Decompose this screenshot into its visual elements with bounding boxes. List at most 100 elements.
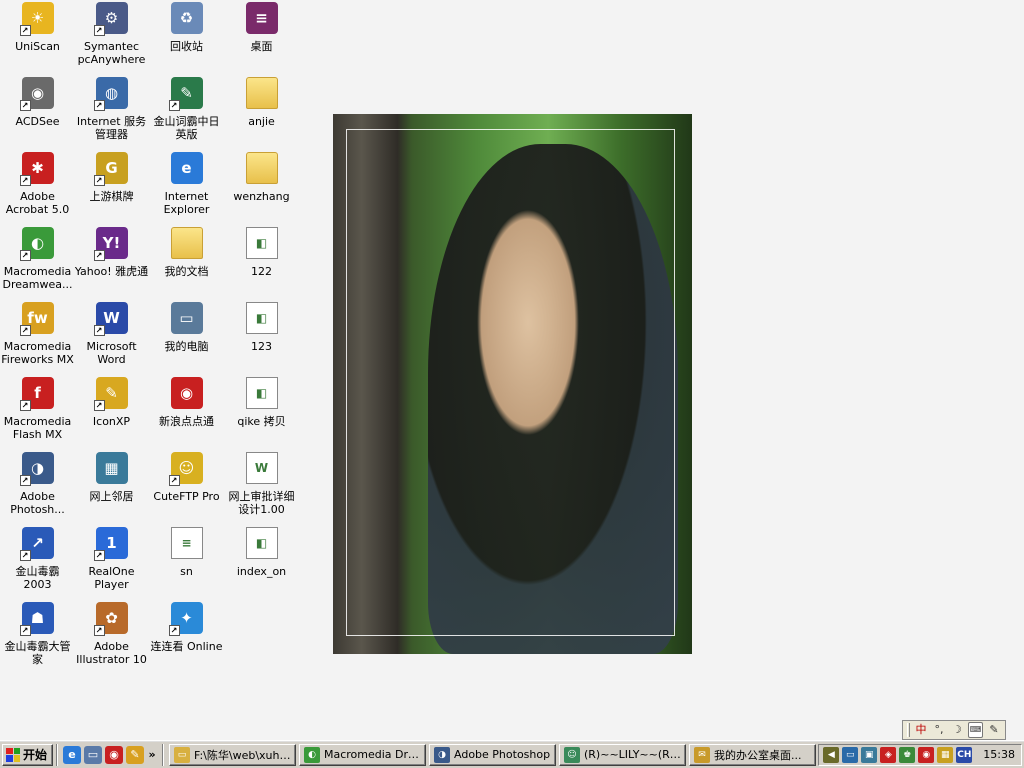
folder-tray-icon[interactable]: ▦ xyxy=(937,746,954,763)
icon-glyph: ✎ xyxy=(180,84,193,102)
icon-glyph: e xyxy=(181,159,192,177)
shortcut-arrow-icon: ↗ xyxy=(19,550,31,561)
desktop-icon[interactable]: ◧ qike 拷贝 xyxy=(224,375,299,449)
taskbar-button[interactable]: ▭ F:\陈华\web\xuhu... xyxy=(169,743,296,766)
desktop-icon[interactable]: anjie xyxy=(224,75,299,149)
desktop-icon-label: Microsoft Word xyxy=(86,340,137,366)
desktop-icon[interactable]: ✱ ↗ Adobe Acrobat 5.0 xyxy=(0,150,75,224)
desktop-icon[interactable]: ▭ 我的电脑 xyxy=(149,300,224,374)
icon-glyph: ◑ xyxy=(30,459,45,477)
icon-glyph: ✿ xyxy=(105,609,118,627)
desktop-icon-label: CuteFTP Pro xyxy=(153,490,220,503)
start-button[interactable]: 开始 xyxy=(2,743,53,766)
desktop-icon[interactable]: ◑ ↗ Adobe Photosh... xyxy=(0,450,75,524)
desktop-icon[interactable]: e Internet Explorer xyxy=(149,150,224,224)
icon-glyph: ☺ xyxy=(178,459,195,477)
antivirus-tray-icon[interactable]: ◈ xyxy=(880,746,897,763)
shield-tray-icon[interactable]: ♚ xyxy=(899,746,916,763)
show-desktop-icon[interactable]: ▭ xyxy=(84,745,102,764)
desktop-icon-label: 我的电脑 xyxy=(164,340,209,353)
shortcut-arrow-icon: ↗ xyxy=(168,100,180,111)
photoshop-icon: ◑ xyxy=(434,746,450,763)
desktop-icon[interactable]: W ↗ Microsoft Word xyxy=(74,300,149,374)
shortcut-arrow-icon: ↗ xyxy=(93,100,105,111)
desktop-icon[interactable]: ◉ ↗ ACDSee xyxy=(0,75,75,149)
desktop-icon[interactable]: ☀ ↗ UniScan xyxy=(0,0,75,74)
iis-manager-icon: ◍ ↗ xyxy=(93,77,128,111)
desktop-icon[interactable]: ◐ ↗ Macromedia Dreamwea... xyxy=(0,225,75,299)
desktop-icon[interactable]: ✎ ↗ 金山词霸中日英版 xyxy=(149,75,224,149)
taskbar-button[interactable]: ✉ 我的办公室桌面... xyxy=(689,743,816,766)
desktop-icon[interactable]: W 网上审批详细设计1.00 xyxy=(224,450,299,524)
desktop-icon[interactable]: ◧ index_on xyxy=(224,525,299,599)
shortcut-arrow-icon: ↗ xyxy=(93,325,105,336)
word-icon: W ↗ xyxy=(93,302,128,336)
desktop-icon[interactable]: ▦ 网上邻居 xyxy=(74,450,149,524)
desktop-icon-label: 122 xyxy=(251,265,272,278)
desktop-icon-label: 网上邻居 xyxy=(89,490,134,503)
sina-quicklaunch-icon[interactable]: ◉ xyxy=(105,745,123,764)
icon-glyph: ◐ xyxy=(30,234,45,252)
desktop-icon[interactable]: wenzhang xyxy=(224,150,299,224)
desktop-icon[interactable]: fw ↗ Macromedia Fireworks MX xyxy=(0,300,75,374)
desktop-icon[interactable]: ⚙ ↗ Symantec pcAnywhere xyxy=(74,0,149,74)
ime-tray-icon[interactable]: CH xyxy=(956,746,973,763)
desktop-icon[interactable]: ✿ ↗ Adobe Illustrator 10 xyxy=(74,600,149,674)
language-bar[interactable]: 中 °, ☽ ⌨ ✎ xyxy=(902,720,1006,740)
ie-quicklaunch-icon[interactable]: e xyxy=(63,745,81,764)
shortcut-arrow-icon: ↗ xyxy=(19,475,31,486)
illustrator-icon: ✿ ↗ xyxy=(93,602,128,636)
desktop-icon[interactable]: ✎ ↗ IconXP xyxy=(74,375,149,449)
desktop-icon[interactable]: ◧ 122 xyxy=(224,225,299,299)
volume-icon[interactable]: ◀ xyxy=(823,746,840,763)
desktop-icon[interactable]: ≡ sn xyxy=(149,525,224,599)
desktop-icon[interactable]: ◍ ↗ Internet 服务管理器 xyxy=(74,75,149,149)
desktop-icon[interactable]: ↗ ↗ 金山毒霸 2003 xyxy=(0,525,75,599)
chinese-input-icon[interactable]: 中 xyxy=(914,722,928,738)
explorer-folder-icon: ▭ xyxy=(174,746,190,763)
monitor-tray-icon[interactable]: ▣ xyxy=(861,746,878,763)
desktop-icon[interactable]: Y! ↗ Yahoo! 雅虎通 xyxy=(74,225,149,299)
desktop-icon-label: 上游棋牌 xyxy=(89,190,134,203)
my-computer-icon: ▭ xyxy=(170,302,203,334)
icon-glyph: ≡ xyxy=(255,9,268,27)
wallpaper-photo xyxy=(333,114,692,654)
taskbar-button[interactable]: ◐ Macromedia Dream... xyxy=(299,743,426,766)
taskbar-button-label: F:\陈华\web\xuhu... xyxy=(194,748,291,762)
pencil-quicklaunch-icon[interactable]: ✎ xyxy=(126,745,144,764)
half-width-icon[interactable]: ☽ xyxy=(950,722,964,738)
shortcut-arrow-icon: ↗ xyxy=(93,625,105,636)
start-label: 开始 xyxy=(23,748,48,762)
desktop-icon[interactable]: ≡ 桌面 xyxy=(224,0,299,74)
desktop-icon[interactable]: ☗ ↗ 金山毒霸大管家 xyxy=(0,600,75,674)
icon-glyph: ☀ xyxy=(30,9,45,27)
sina-tray-icon[interactable]: ◉ xyxy=(918,746,935,763)
punctuation-icon[interactable]: °, xyxy=(932,722,946,738)
desktop-icon-label: 我的文档 xyxy=(164,265,209,278)
desktop-icon[interactable]: 1 ↗ RealOne Player xyxy=(74,525,149,599)
chat-icon: ☺ xyxy=(564,746,580,763)
soft-keyboard-icon[interactable]: ⌨ xyxy=(967,722,983,738)
desktop-icon[interactable]: G ↗ 上游棋牌 xyxy=(74,150,149,224)
language-bar-grip[interactable] xyxy=(907,723,910,737)
desktop-icon[interactable]: ♻ 回收站 xyxy=(149,0,224,74)
folder-icon xyxy=(245,77,278,109)
dreamweaver-icon: ◐ ↗ xyxy=(19,227,54,261)
desktop-icon[interactable]: ✦ ↗ 连连看 Online xyxy=(149,600,224,674)
folder-icon xyxy=(245,152,278,184)
desktop-icon[interactable]: 我的文档 xyxy=(149,225,224,299)
network-tray-icon[interactable]: ▭ xyxy=(842,746,859,763)
recycle-bin-icon: ♻ xyxy=(170,2,203,34)
desktop-icon[interactable]: ◧ 123 xyxy=(224,300,299,374)
desktop-icon[interactable]: ☺ ↗ CuteFTP Pro xyxy=(149,450,224,524)
taskbar-button[interactable]: ☺ (R)~~LILY~~(R)... xyxy=(559,743,686,766)
task-button-list: ▭ F:\陈华\web\xuhu... ◐ Macromedia Dream... ◑ A… xyxy=(169,743,816,766)
desktop-icon[interactable]: f ↗ Macromedia Flash MX xyxy=(0,375,75,449)
ime-menu-icon[interactable]: ✎ xyxy=(987,722,1001,738)
tray-clock[interactable]: 15:38 xyxy=(983,748,1015,761)
desktop-icon[interactable]: ◉ 新浪点点通 xyxy=(149,375,224,449)
taskbar-button[interactable]: ◑ Adobe Photoshop xyxy=(429,743,556,766)
quick-launch-more-button[interactable]: » xyxy=(147,748,157,761)
desktop-icon-label: IconXP xyxy=(92,415,131,428)
icon-glyph: ✦ xyxy=(180,609,193,627)
